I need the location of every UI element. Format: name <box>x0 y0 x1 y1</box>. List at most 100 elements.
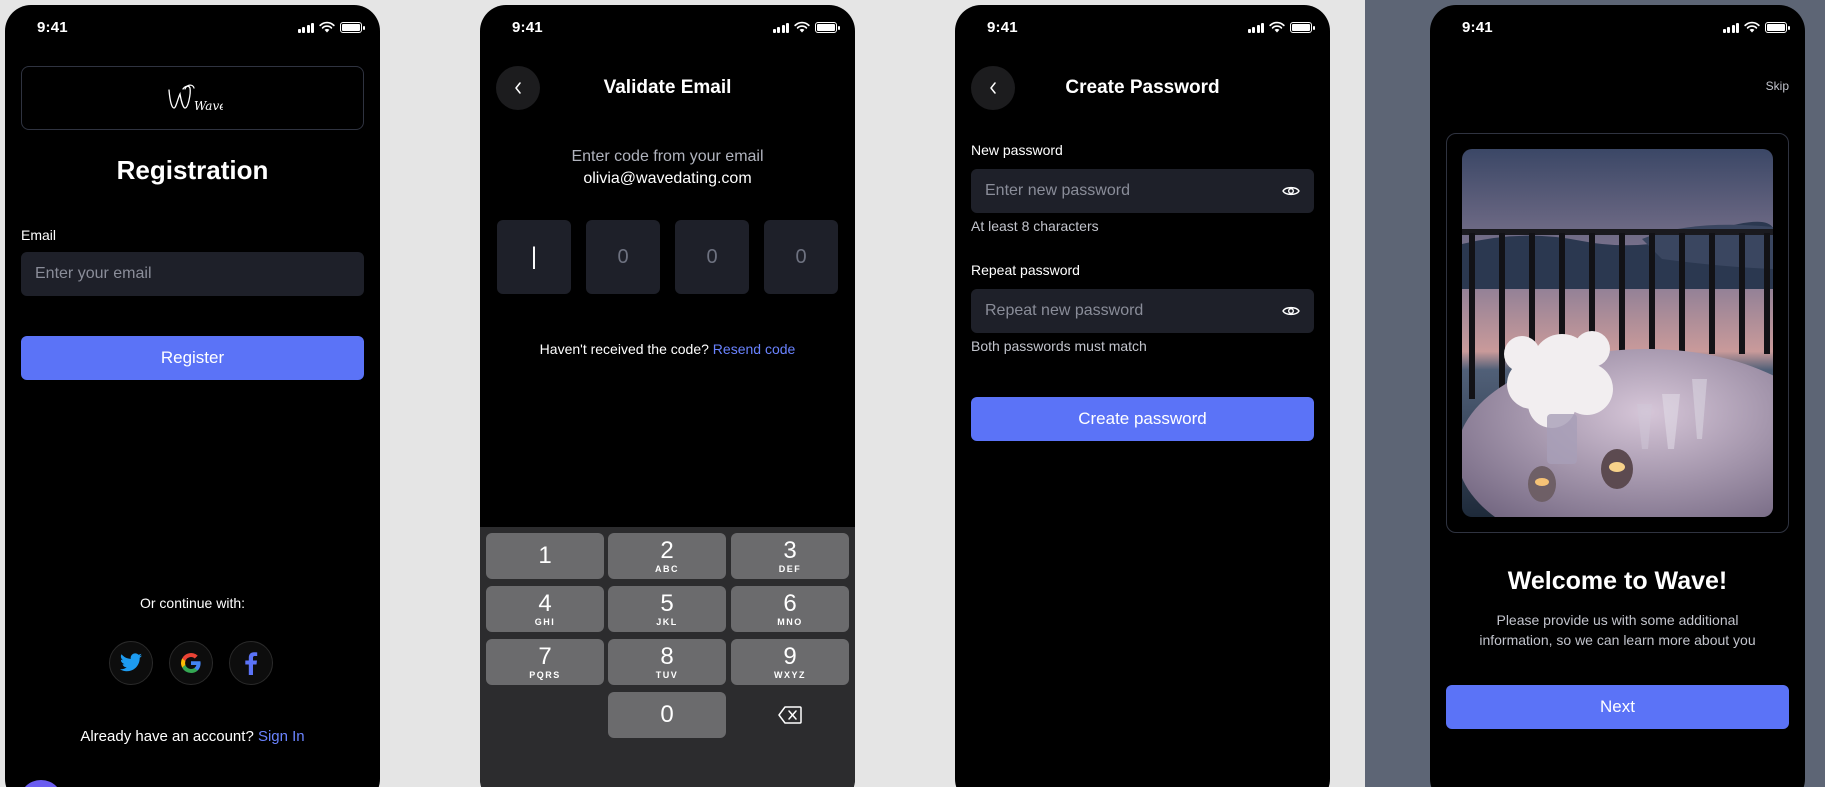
wifi-icon <box>1744 21 1760 33</box>
key-5[interactable]: 5 JKL <box>608 586 726 632</box>
wifi-icon <box>319 21 335 33</box>
sign-in-row: Already have an account? Sign In <box>5 728 380 745</box>
key-8[interactable]: 8 TUV <box>608 639 726 685</box>
status-time: 9:41 <box>512 18 543 36</box>
key-letters: PQRS <box>529 669 561 680</box>
battery-icon <box>1290 21 1315 33</box>
twitter-icon <box>120 653 142 672</box>
key-7[interactable]: 7 PQRS <box>486 639 604 685</box>
backspace-icon <box>778 706 802 724</box>
repeat-password-field[interactable]: Repeat new password <box>971 289 1314 333</box>
otp-cell-4[interactable]: 0 <box>764 220 838 294</box>
signal-icon <box>1247 22 1264 33</box>
status-time: 9:41 <box>37 18 68 36</box>
key-6[interactable]: 6 MNO <box>731 586 849 632</box>
welcome-title: Welcome to Wave! <box>1507 567 1728 595</box>
terrace-photo <box>1462 149 1773 517</box>
key-digit: 4 <box>538 589 552 617</box>
google-icon <box>181 653 201 673</box>
logo-text: Wave <box>194 99 223 113</box>
facebook-button[interactable] <box>229 641 273 685</box>
new-password-placeholder: Enter new password <box>985 182 1130 199</box>
next-button[interactable]: Next <box>1446 685 1789 729</box>
code-instruction: Enter code from your email <box>571 148 764 165</box>
status-bar: 9:41 <box>480 5 855 49</box>
resend-row: Haven't received the code? Resend code <box>480 341 855 357</box>
register-button[interactable]: Register <box>21 336 364 380</box>
page-title: Create Password <box>1065 77 1220 98</box>
signal-icon <box>1722 22 1739 33</box>
key-1[interactable]: 1 <box>486 533 604 579</box>
key-0[interactable]: 0 <box>608 692 726 738</box>
continue-with-label: Or continue with: <box>139 595 246 611</box>
resend-code-link[interactable]: Resend code <box>713 341 796 357</box>
signal-icon <box>297 22 314 33</box>
create-password-screen: 9:41 Create Password New password Enter … <box>955 5 1330 787</box>
create-password-button[interactable]: Create password <box>971 397 1314 441</box>
key-9[interactable]: 9 WXYZ <box>731 639 849 685</box>
twitter-button[interactable] <box>109 641 153 685</box>
repeat-password-label: Repeat password <box>971 262 1080 278</box>
wave-logo: Wave <box>167 84 223 113</box>
key-letters: JKL <box>656 616 678 627</box>
repeat-password-placeholder: Repeat new password <box>985 302 1144 319</box>
floating-avatar[interactable] <box>19 780 63 787</box>
key-2[interactable]: 2 ABC <box>608 533 726 579</box>
validate-email-screen: 9:41 Validate Email Enter code from your… <box>480 5 855 787</box>
eye-icon[interactable] <box>1282 185 1300 197</box>
new-password-field[interactable]: Enter new password <box>971 169 1314 213</box>
key-letters: GHI <box>534 616 556 627</box>
wifi-icon <box>794 21 810 33</box>
key-digit: 0 <box>660 701 674 728</box>
key-digit: 3 <box>783 536 797 564</box>
status-bar: 9:41 <box>1430 5 1805 49</box>
key-digit: 2 <box>660 536 674 564</box>
otp-cell-2[interactable]: 0 <box>586 220 660 294</box>
repeat-password-hint: Both passwords must match <box>971 338 1147 354</box>
key-letters: MNO <box>777 616 803 627</box>
logo-box: Wave <box>21 66 364 130</box>
skip-button[interactable]: Skip <box>1766 79 1789 93</box>
welcome-body: Please provide us with some additional i… <box>1479 612 1756 648</box>
status-bar: 9:41 <box>955 5 1330 49</box>
signal-icon <box>772 22 789 33</box>
status-bar: 9:41 <box>5 5 380 49</box>
page-title: Registration <box>116 155 269 185</box>
google-button[interactable] <box>169 641 213 685</box>
key-4[interactable]: 4 GHI <box>486 586 604 632</box>
battery-icon <box>815 21 840 33</box>
battery-icon <box>340 21 365 33</box>
email-field[interactable]: Enter your email <box>21 252 364 296</box>
key-letters: TUV <box>655 669 679 680</box>
backspace-key[interactable] <box>731 692 849 738</box>
key-letters: ABC <box>655 563 679 574</box>
wifi-icon <box>1269 21 1285 33</box>
key-3[interactable]: 3 DEF <box>731 533 849 579</box>
not-received-text: Haven't received the code? <box>539 341 709 357</box>
new-password-label: New password <box>971 142 1063 158</box>
status-time: 9:41 <box>987 18 1018 36</box>
battery-icon <box>1765 21 1790 33</box>
key-digit: 9 <box>783 642 797 670</box>
welcome-screen: 9:41 Skip Welcome to Wave! Please provid… <box>1430 5 1805 787</box>
eye-icon[interactable] <box>1282 305 1300 317</box>
key-digit: 7 <box>538 642 552 670</box>
target-email: olivia@wavedating.com <box>583 170 752 187</box>
photo-frame <box>1446 133 1789 533</box>
key-letters: WXYZ <box>774 669 806 680</box>
email-placeholder: Enter your email <box>35 265 152 282</box>
have-account-text: Already have an account? <box>80 728 254 745</box>
key-digit: 8 <box>660 642 674 670</box>
email-label: Email <box>21 227 57 243</box>
key-letters: DEF <box>778 563 802 574</box>
facebook-icon <box>245 652 258 675</box>
numeric-keypad: 1 2 ABC 3 DEF 4 GHI 5 JKL 6 MNO 7 PQRS 8 TUV 9W… <box>480 527 855 787</box>
otp-cell-3[interactable]: 0 <box>675 220 749 294</box>
key-digit: 1 <box>538 541 552 569</box>
page-title: Validate Email <box>603 77 732 98</box>
status-time: 9:41 <box>1462 18 1493 36</box>
key-digit: 6 <box>783 589 797 617</box>
otp-cell-1[interactable]: | <box>497 220 571 294</box>
registration-screen: 9:41 Wave Registration Email Enter your … <box>5 5 380 787</box>
sign-in-link[interactable]: Sign In <box>258 728 305 745</box>
